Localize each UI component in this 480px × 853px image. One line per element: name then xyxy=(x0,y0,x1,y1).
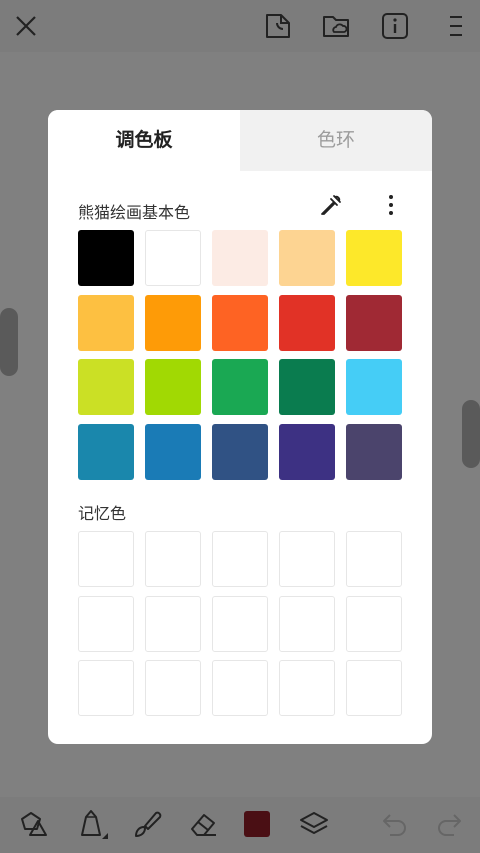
basic-color-swatch[interactable] xyxy=(346,359,402,415)
memory-color-slot[interactable] xyxy=(145,531,201,587)
brush-icon[interactable] xyxy=(130,807,164,841)
memory-color-slot[interactable] xyxy=(279,660,335,716)
current-color-icon[interactable] xyxy=(244,811,270,837)
close-icon[interactable] xyxy=(10,10,42,42)
tab-palette[interactable]: 调色板 xyxy=(48,110,240,171)
memory-color-slot[interactable] xyxy=(346,531,402,587)
pen-icon[interactable] xyxy=(74,807,108,841)
palette-tabs: 调色板 色环 xyxy=(48,110,432,171)
info-icon[interactable] xyxy=(379,10,411,42)
basic-color-swatch[interactable] xyxy=(145,423,201,480)
memory-colors-label: 记忆色 xyxy=(78,504,127,523)
memory-color-slot[interactable] xyxy=(279,595,335,652)
bottom-toolbar xyxy=(0,797,480,853)
undo-icon[interactable] xyxy=(378,807,412,841)
basic-color-swatch[interactable] xyxy=(279,294,335,351)
eyedropper-icon[interactable] xyxy=(318,192,344,218)
basic-color-swatch[interactable] xyxy=(212,359,268,415)
memory-color-slot[interactable] xyxy=(78,531,134,587)
basic-color-swatch[interactable] xyxy=(279,230,335,286)
folder-cloud-icon[interactable] xyxy=(320,10,352,42)
basic-color-swatch[interactable] xyxy=(145,294,201,351)
color-palette-dialog: 调色板 色环 熊猫绘画基本色 记忆色 xyxy=(48,110,432,744)
more-options-icon[interactable] xyxy=(378,192,404,218)
basic-color-swatch[interactable] xyxy=(212,423,268,480)
memory-color-slot[interactable] xyxy=(346,660,402,716)
basic-color-swatch[interactable] xyxy=(78,294,134,351)
basic-color-swatch[interactable] xyxy=(78,230,134,286)
basic-color-swatch[interactable] xyxy=(145,359,201,415)
shapes-icon[interactable] xyxy=(16,807,50,841)
memory-color-slot[interactable] xyxy=(145,660,201,716)
memory-color-slot[interactable] xyxy=(78,595,134,652)
basic-color-swatch[interactable] xyxy=(145,230,201,286)
layers-icon[interactable] xyxy=(297,807,331,841)
menu-icon[interactable] xyxy=(440,10,472,42)
memory-color-slot[interactable] xyxy=(212,595,268,652)
basic-color-swatch[interactable] xyxy=(78,423,134,480)
basic-color-swatch[interactable] xyxy=(346,423,402,480)
right-drawer-handle[interactable] xyxy=(462,400,480,468)
memory-color-slot[interactable] xyxy=(279,531,335,587)
sticker-icon[interactable] xyxy=(262,10,294,42)
basic-colors-label: 熊猫绘画基本色 xyxy=(78,203,191,222)
tab-color-wheel[interactable]: 色环 xyxy=(240,110,432,171)
basic-color-swatch[interactable] xyxy=(346,294,402,351)
redo-icon[interactable] xyxy=(432,807,466,841)
left-drawer-handle[interactable] xyxy=(0,308,18,376)
eraser-icon[interactable] xyxy=(186,807,220,841)
memory-color-slot[interactable] xyxy=(212,531,268,587)
memory-color-slot[interactable] xyxy=(78,660,134,716)
basic-color-swatch[interactable] xyxy=(279,423,335,480)
basic-color-swatch[interactable] xyxy=(346,230,402,286)
basic-color-swatch[interactable] xyxy=(212,230,268,286)
memory-color-slot[interactable] xyxy=(212,660,268,716)
basic-color-swatch[interactable] xyxy=(78,359,134,415)
top-toolbar xyxy=(0,0,480,52)
basic-color-swatch[interactable] xyxy=(212,294,268,351)
memory-color-slot[interactable] xyxy=(145,595,201,652)
basic-color-swatch[interactable] xyxy=(279,359,335,415)
memory-color-slot[interactable] xyxy=(346,595,402,652)
